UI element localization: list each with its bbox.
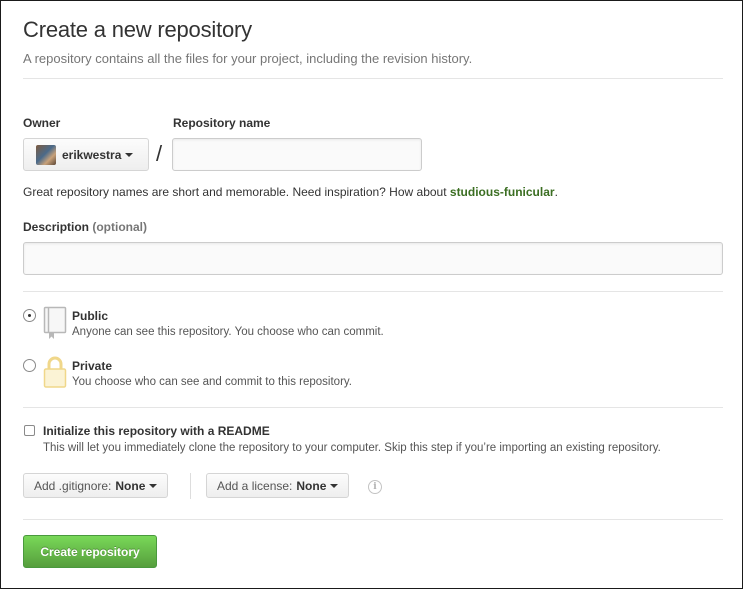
divider <box>23 78 723 79</box>
name-suggestion-link[interactable]: studious-funicular <box>450 185 555 199</box>
info-icon[interactable]: i <box>368 480 382 494</box>
owner-dropdown[interactable]: erikwestra <box>23 138 149 171</box>
hint-text: Great repository names are short and mem… <box>23 185 450 199</box>
license-value: None <box>296 478 327 493</box>
repository-name-hint: Great repository names are short and mem… <box>23 185 558 199</box>
public-radio[interactable] <box>23 309 36 322</box>
divider <box>23 291 723 292</box>
page-title: Create a new repository <box>23 17 252 42</box>
caret-down-icon <box>125 152 134 157</box>
readme-checkbox[interactable] <box>24 425 35 436</box>
private-radio[interactable] <box>23 359 36 372</box>
owner-repo-separator: / <box>156 141 163 166</box>
repository-name-input[interactable] <box>172 138 422 171</box>
description-label: Description (optional) <box>23 220 147 234</box>
hint-end: . <box>554 185 558 199</box>
repo-book-icon <box>43 306 67 339</box>
readme-description: This will let you immediately clone the … <box>43 442 661 454</box>
gitignore-label: Add .gitignore: <box>34 478 112 493</box>
public-description: Anyone can see this repository. You choo… <box>72 326 384 338</box>
public-title: Public <box>72 309 109 323</box>
readme-title: Initialize this repository with a README <box>43 424 270 438</box>
license-label: Add a license: <box>217 478 293 493</box>
description-label-text: Description <box>23 220 90 234</box>
gitignore-dropdown[interactable]: Add .gitignore: None <box>23 473 169 498</box>
owner-label: Owner <box>23 116 61 130</box>
caret-down-icon <box>149 483 158 488</box>
vertical-separator <box>190 473 191 499</box>
gitignore-value: None <box>115 478 146 493</box>
license-dropdown[interactable]: Add a license: None <box>206 473 350 498</box>
page-subtitle: A repository contains all the files for … <box>23 51 473 66</box>
repository-name-label: Repository name <box>173 116 271 130</box>
divider <box>23 519 723 520</box>
create-repository-page: Create a new repository A repository con… <box>0 0 743 589</box>
owner-value: erikwestra <box>62 147 122 162</box>
caret-down-icon <box>330 483 339 488</box>
divider <box>23 407 723 408</box>
create-repository-button[interactable]: Create repository <box>23 535 157 568</box>
user-avatar-icon <box>36 144 56 165</box>
lock-icon <box>43 356 67 388</box>
description-optional-tag: (optional) <box>92 220 148 234</box>
private-title: Private <box>72 359 113 373</box>
private-description: You choose who can see and commit to thi… <box>72 376 352 388</box>
description-input[interactable] <box>23 242 723 275</box>
